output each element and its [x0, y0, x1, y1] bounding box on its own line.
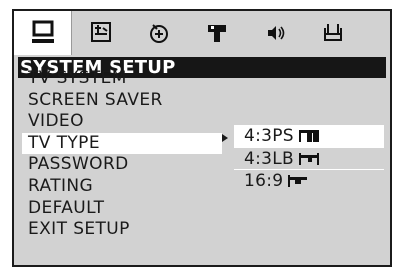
- audio-language-icon: [91, 22, 111, 42]
- tab-language[interactable]: [72, 11, 130, 55]
- monitor-icon: [31, 20, 54, 43]
- tab-system[interactable]: [14, 11, 72, 55]
- menu-item-exit-setup[interactable]: EXIT SETUP: [22, 219, 222, 241]
- option-16-9[interactable]: 16:9: [234, 169, 384, 191]
- speaker-icon: [208, 25, 226, 42]
- tab-preferences[interactable]: [304, 11, 362, 55]
- menu-item-tv-type[interactable]: TV TYPE: [22, 132, 222, 155]
- option-4-3-lb[interactable]: 4:3LB: [234, 147, 384, 169]
- menu-item-default[interactable]: DEFAULT: [22, 198, 222, 220]
- tab-subtitle[interactable]: [130, 11, 188, 55]
- setup-menu: TV SYSTEM SCREEN SAVER VIDEO TV TYPE PAS…: [22, 68, 222, 241]
- option-label: 4:3PS: [244, 126, 294, 146]
- option-label: 4:3LB: [244, 148, 294, 169]
- tv-type-submenu: 4:3PS 4:3LB 16:9: [234, 125, 384, 191]
- tab-audio[interactable]: [188, 11, 246, 55]
- menu-item-rating[interactable]: RATING: [22, 176, 222, 198]
- tab-volume[interactable]: [246, 11, 304, 55]
- menu-item-screen-saver[interactable]: SCREEN SAVER: [22, 90, 222, 112]
- menu-item-video[interactable]: VIDEO: [22, 111, 222, 133]
- letterbox-icon: [299, 152, 319, 165]
- tab-bar: [14, 11, 390, 55]
- preferences-icon: [324, 24, 342, 41]
- menu-item-password[interactable]: PASSWORD: [22, 154, 222, 176]
- option-4-3-ps[interactable]: 4:3PS: [234, 125, 384, 147]
- subtitle-icon: [150, 24, 168, 43]
- pan-scan-icon: [298, 130, 319, 142]
- volume-icon: [268, 26, 285, 40]
- menu-item-tv-system[interactable]: TV SYSTEM: [22, 68, 222, 90]
- submenu-arrow-icon: [222, 134, 228, 142]
- option-label: 16:9: [244, 170, 284, 191]
- widescreen-icon: [288, 174, 308, 187]
